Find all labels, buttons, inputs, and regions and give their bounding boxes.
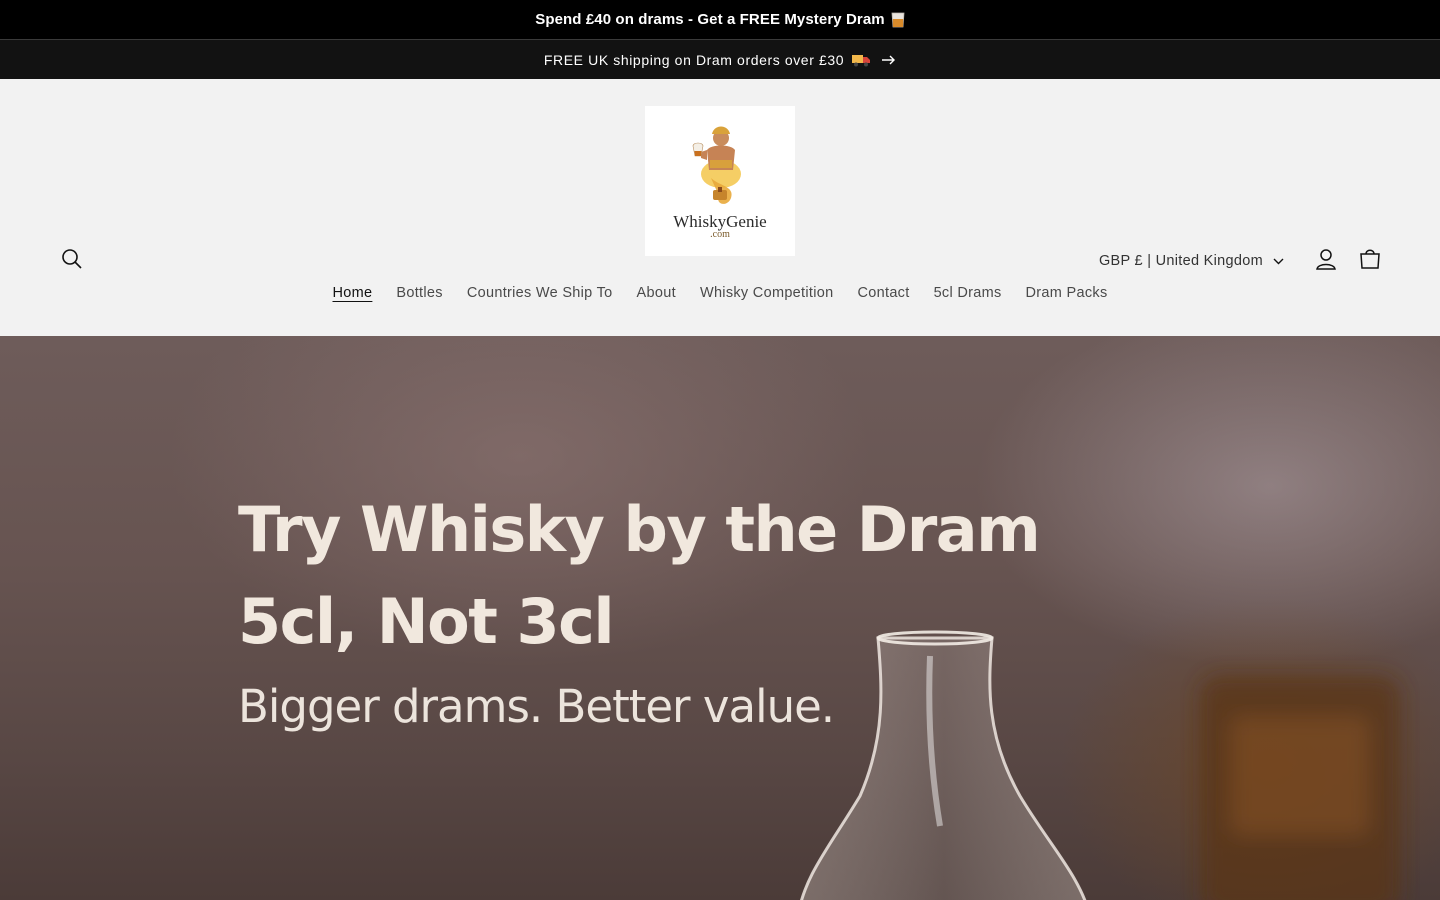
hero-heading-line-2: 5cl, Not 3cl [238,585,615,658]
hero-banner[interactable]: Try Whisky by the Dram 5cl, Not 3cl Bigg… [0,336,1440,900]
genie-logo-icon [685,116,755,216]
nav-5cl-drams[interactable]: 5cl Drams [922,285,1014,301]
main-navigation: Home Bottles Countries We Ship To About … [0,285,1440,301]
cart-icon [1359,248,1381,275]
hero-subheading: Bigger drams. Better value. [238,680,835,733]
currency-country-selector[interactable]: GBP £ | United Kingdom [1099,253,1284,269]
shipping-text: FREE UK shipping on Dram orders over £30 [543,51,845,68]
site-logo[interactable]: WhiskyGenie .com [645,106,795,256]
nav-dram-packs[interactable]: Dram Packs [1014,285,1120,301]
nav-bottles[interactable]: Bottles [384,285,454,301]
search-button[interactable] [58,247,86,275]
account-icon [1315,248,1337,275]
nav-home[interactable]: Home [321,285,385,301]
announcement-text: Spend £40 on drams - Get a FREE Mystery … [535,11,885,28]
hero-heading-line-1: Try Whisky by the Dram [238,493,1041,566]
site-header: WhiskyGenie .com GBP £ | United Kingdom [0,79,1440,336]
truck-icon [852,53,871,67]
logo-wordmark: WhiskyGenie [673,212,767,231]
nav-about[interactable]: About [625,285,688,301]
chevron-down-icon [1273,258,1284,265]
header-actions: GBP £ | United Kingdom [1099,244,1392,278]
locale-label: GBP £ | United Kingdom [1098,253,1263,269]
nav-countries-we-ship-to[interactable]: Countries We Ship To [455,285,625,301]
account-button[interactable] [1304,244,1348,278]
logo-domain: .com [710,229,730,240]
blurred-bottle-image [1180,636,1420,900]
nav-contact[interactable]: Contact [845,285,921,301]
whisky-glass-icon [891,12,905,28]
hero-heading: Try Whisky by the Dram 5cl, Not 3cl [238,484,1138,668]
shipping-banner[interactable]: FREE UK shipping on Dram orders over £30 [0,39,1440,79]
announcement-bar: Spend £40 on drams - Get a FREE Mystery … [0,0,1440,39]
cart-button[interactable] [1348,244,1392,278]
nav-whisky-competition[interactable]: Whisky Competition [688,285,846,301]
arrow-right-icon [882,55,896,65]
search-icon [61,248,83,275]
